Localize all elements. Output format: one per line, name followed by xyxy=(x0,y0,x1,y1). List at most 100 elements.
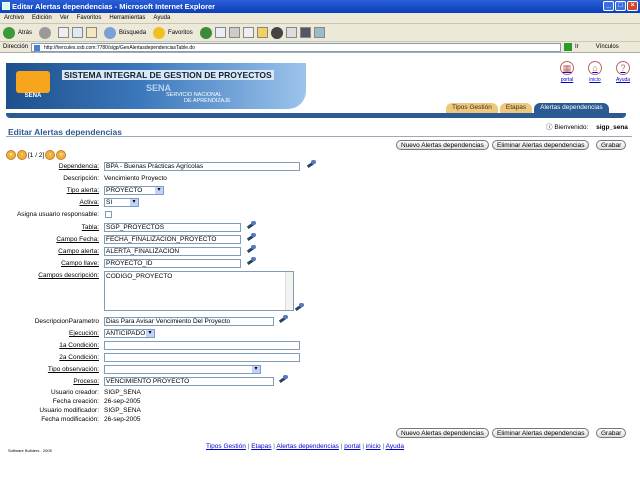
lookup-icon[interactable] xyxy=(246,257,256,266)
info-icon: ⓘ xyxy=(546,124,553,131)
footer-sep: | xyxy=(382,443,385,450)
portal-link[interactable]: ▦ portal xyxy=(558,61,576,83)
edit-icon[interactable] xyxy=(242,27,254,38)
footer-link-etapas[interactable]: Etapas xyxy=(251,443,271,450)
next-record-icon[interactable]: › xyxy=(45,150,56,160)
messenger-icon[interactable] xyxy=(299,27,311,38)
lookup-icon[interactable] xyxy=(246,221,256,230)
discuss-icon[interactable] xyxy=(313,27,325,38)
footer-link-ayuda[interactable]: Ayuda xyxy=(386,443,404,450)
previous-record-icon[interactable]: ‹ xyxy=(17,150,27,160)
nuevo-button-bottom[interactable]: Nuevo Alertas dependencias xyxy=(396,428,489,438)
links-label[interactable]: Vínculos xyxy=(596,44,619,50)
eliminar-button-top[interactable]: Eliminar Alertas dependencias xyxy=(492,140,590,150)
campo-fecha-field[interactable]: FECHA_FINALIZACION_PROYECTO xyxy=(104,235,241,244)
tabla-field[interactable]: SGP_PROYECTOS xyxy=(104,223,241,232)
textarea-scrollbar[interactable] xyxy=(285,272,293,310)
condicion2-field[interactable] xyxy=(104,353,300,362)
lookup-icon[interactable] xyxy=(246,245,256,254)
mail-icon[interactable] xyxy=(214,27,226,38)
menu-ayuda[interactable]: Ayuda xyxy=(153,15,170,21)
footer-link-inicio[interactable]: inicio xyxy=(366,443,381,450)
close-button[interactable]: × xyxy=(627,1,638,11)
condicion2-label: 2a Condición: xyxy=(59,354,99,361)
sena-subtitle: SERVICIO NACIONAL DE APRENDIZAJE xyxy=(166,92,231,104)
go-arrow-icon[interactable] xyxy=(564,43,573,51)
tab-alertas-dependencias[interactable]: Alertas dependencias xyxy=(534,103,609,113)
campos-descripcion-textarea[interactable]: CODIGO_PROYECTO xyxy=(104,271,294,311)
dependencia-field[interactable]: BPA - Buenas Prácticas Agrícolas xyxy=(104,162,300,171)
activa-select[interactable]: SI xyxy=(104,198,139,207)
window-titlebar: Editar Alertas dependencias - Microsoft … xyxy=(0,0,640,13)
menu-edicion[interactable]: Edición xyxy=(32,15,52,21)
lookup-icon[interactable] xyxy=(278,315,288,324)
ie-icon xyxy=(2,2,10,10)
media-icon[interactable] xyxy=(270,26,283,39)
address-input[interactable]: http://hercules.xsb.com:7780/sigp/GenAle… xyxy=(31,42,562,52)
campo-llave-field[interactable]: PROYECTO_ID xyxy=(104,259,241,268)
descripcion-parametro-field[interactable]: Dias Para Avisar Vencimiento Del Proyect… xyxy=(104,317,274,326)
print-icon[interactable] xyxy=(228,27,240,38)
activa-label: Activa: xyxy=(79,199,99,206)
descripcion-value[interactable]: Vencimiento Proyecto xyxy=(104,174,167,183)
first-record-icon[interactable]: « xyxy=(6,150,16,160)
lookup-icon[interactable] xyxy=(246,233,256,242)
footer-link-portal[interactable]: portal xyxy=(344,443,360,450)
title-divider xyxy=(6,136,632,137)
folder-icon[interactable] xyxy=(256,27,268,38)
ayuda-link[interactable]: ? Ayuda xyxy=(614,61,632,83)
condicion1-field[interactable] xyxy=(104,341,300,350)
campo-alerta-field[interactable]: ALERTA_FINALIZACION xyxy=(104,247,241,256)
footer-sep: | xyxy=(247,443,250,450)
inicio-label[interactable]: inicio xyxy=(589,77,600,83)
tools-icon[interactable] xyxy=(285,27,297,38)
usuario-creador-value: SIGP_SENA xyxy=(104,389,141,396)
tipo-observacion-select[interactable] xyxy=(104,365,261,374)
search-label[interactable]: Búsqueda xyxy=(119,30,146,36)
tipo-alerta-select[interactable]: PROYECTO xyxy=(104,186,164,195)
search-icon[interactable] xyxy=(104,26,117,39)
forward-arrow-icon[interactable] xyxy=(39,26,52,39)
back-arrow-icon[interactable] xyxy=(3,26,15,39)
window-title: Editar Alertas dependencias - Microsoft … xyxy=(12,2,216,11)
tab-tipos-gestion[interactable]: Tipos Gestión xyxy=(446,103,498,113)
minimize-button[interactable]: _ xyxy=(603,1,614,11)
footer-sep: | xyxy=(340,443,343,450)
ayuda-label[interactable]: Ayuda xyxy=(616,77,630,83)
lookup-icon[interactable] xyxy=(278,375,288,384)
favorites-label[interactable]: Favoritos xyxy=(168,30,193,36)
help-icon: ? xyxy=(616,61,630,75)
descripcion-parametro-label: DescripcionParametro xyxy=(34,318,99,325)
aprendizaje-text: DE APRENDIZAJE xyxy=(184,98,231,104)
portal-label[interactable]: portal xyxy=(561,77,574,83)
nuevo-button-top[interactable]: Nuevo Alertas dependencias xyxy=(396,140,489,150)
copyright-text: Software Builders - 2005 xyxy=(8,448,52,453)
refresh-icon[interactable] xyxy=(72,27,84,38)
menu-favoritos[interactable]: Favoritos xyxy=(77,15,102,21)
go-button[interactable]: Ir xyxy=(575,44,579,50)
home-icon[interactable] xyxy=(86,27,98,38)
asigna-checkbox[interactable] xyxy=(105,211,112,218)
stop-icon[interactable] xyxy=(58,27,70,38)
history-icon[interactable] xyxy=(199,26,212,39)
grabar-button-bottom[interactable]: Grabar xyxy=(596,428,627,438)
menu-herramientas[interactable]: Herramientas xyxy=(109,15,145,21)
maximize-button[interactable]: □ xyxy=(615,1,626,11)
lookup-icon[interactable] xyxy=(306,160,316,169)
grabar-button-top[interactable]: Grabar xyxy=(596,140,627,150)
tab-etapas[interactable]: Etapas xyxy=(499,103,533,113)
logo-text: SENA xyxy=(24,93,42,99)
favorites-star-icon[interactable] xyxy=(153,26,166,39)
inicio-link[interactable]: ⌂ inicio xyxy=(586,61,604,83)
ejecucion-select[interactable]: ANTICIPADO xyxy=(104,329,155,338)
page-content: SENA SISTEMA INTEGRAL DE GESTION DE PROY… xyxy=(0,53,640,490)
footer-link-tipos-gestion[interactable]: Tipos Gestión xyxy=(206,443,246,450)
menu-archivo[interactable]: Archivo xyxy=(4,15,24,21)
footer-link-alertas[interactable]: Alertas dependencias xyxy=(276,443,339,450)
last-record-icon[interactable]: » xyxy=(56,150,67,160)
menu-ver[interactable]: Ver xyxy=(60,15,69,21)
lookup-icon[interactable] xyxy=(294,303,304,312)
eliminar-button-bottom[interactable]: Eliminar Alertas dependencias xyxy=(492,428,590,438)
back-label[interactable]: Atrás xyxy=(18,30,32,36)
proceso-field[interactable]: VENCIMIENTO PROYECTO xyxy=(104,377,274,386)
